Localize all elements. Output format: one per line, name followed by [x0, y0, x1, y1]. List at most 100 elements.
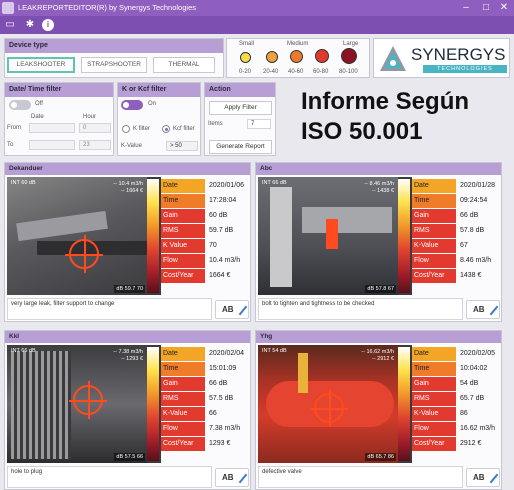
card-title: Abc: [256, 163, 501, 175]
to-date-input[interactable]: [29, 140, 75, 150]
kvalue-value: 70: [209, 242, 217, 249]
edit-comment-button[interactable]: AB: [466, 468, 500, 487]
close-button[interactable]: ✕: [494, 1, 514, 15]
cost-label: Cost/Year: [412, 269, 456, 283]
date-value: 2020/01/28: [460, 182, 496, 189]
legend-range-1: 20-40: [263, 69, 279, 75]
kvalue-value: 67: [460, 242, 468, 249]
synergys-logo: SYNERGYS TECHNOLOGIES: [373, 38, 510, 78]
leak-card: Abc INT 66 dB -- 8.46 m3/h -- 1438 € dB …: [255, 162, 502, 322]
card-title: Yhg: [256, 331, 501, 343]
thermal-overlay: -- 7.38 m3/h -- 1293 €: [113, 349, 143, 363]
k-filter-toggle-label: On: [148, 101, 157, 107]
thermal-image: INT 54 dB -- 16.62 m3/h -- 2912 € dB 65.…: [258, 345, 412, 463]
folder-icon[interactable]: ▭: [4, 19, 16, 31]
legend-large-label: Large: [343, 41, 359, 47]
cost-value: 1438 €: [460, 272, 482, 279]
thermal-image: INT 60 dB -- 10.4 m3/h -- 1664 € dB 59.7…: [7, 177, 161, 295]
legend-small-label: Small: [239, 41, 255, 47]
rms-label: RMS: [412, 224, 456, 238]
overlay-cost: -- 1664 €: [120, 188, 143, 194]
comment-field[interactable]: hole to plug: [7, 466, 212, 488]
thermal-tag: INT 60 dB: [11, 180, 36, 186]
leakshooter-button[interactable]: LEAKSHOOTER: [7, 57, 75, 73]
from-hour-select[interactable]: 0: [79, 123, 111, 133]
ab-label: AB: [473, 473, 485, 482]
leak-info: Date 2020/02/05 Time 10:04:02 Gain 54 dB RM…: [412, 345, 501, 463]
leak-size-legend: Small Medium Large 0-20 20-40 40-60 60-8…: [226, 38, 370, 78]
strapshooter-button[interactable]: STRAPSHOOTER: [81, 57, 147, 73]
toolbar: ▭ ✱ i: [0, 16, 514, 34]
time-label: Time: [161, 362, 205, 376]
gear-icon[interactable]: ✱: [24, 19, 36, 31]
flow-label: Flow: [161, 254, 205, 268]
overlay-flow: -- 8.46 m3/h: [364, 181, 394, 187]
thermal-readout: dB 59.7 70: [114, 285, 145, 293]
edit-comment-button[interactable]: AB: [215, 300, 249, 319]
rms-label: RMS: [412, 392, 456, 406]
items-count: 7: [247, 119, 271, 129]
legend-circle-2: [290, 50, 303, 63]
apply-filter-button[interactable]: Apply Filter: [209, 101, 272, 115]
thermal-button[interactable]: THERMAL: [153, 57, 215, 73]
k-filter-header: K or Kcf filter: [118, 83, 200, 97]
pen-icon: [238, 305, 248, 316]
color-scale-bar: [398, 179, 410, 293]
time-value: 15:01:09: [209, 365, 237, 372]
thermal-tag: INT 54 dB: [262, 348, 287, 354]
kcf-filter-radio[interactable]: [162, 125, 170, 133]
maximize-button[interactable]: □: [476, 1, 496, 15]
comment-field[interactable]: defective valve: [258, 466, 463, 488]
ab-label: AB: [473, 305, 485, 314]
time-label: Time: [412, 362, 456, 376]
action-header: Action: [205, 83, 275, 97]
crosshair-icon: [310, 389, 348, 427]
legend-circle-4: [341, 48, 357, 64]
rms-label: RMS: [161, 392, 205, 406]
info-icon[interactable]: i: [42, 19, 54, 31]
k-value-label: K-Value: [121, 143, 142, 149]
kvalue-label: K-Value: [412, 407, 456, 421]
logo-name: SYNERGYS: [411, 45, 506, 64]
comment-field[interactable]: bolt to tighten and tightness to be chec…: [258, 298, 463, 320]
k-value-select[interactable]: > 50: [166, 141, 198, 151]
edit-comment-button[interactable]: AB: [215, 468, 249, 487]
legend-range-3: 60-80: [313, 69, 329, 75]
kvalue-label: K-Value: [161, 407, 205, 421]
legend-circle-0: [240, 52, 251, 63]
to-label: To: [7, 142, 14, 148]
rms-value: 57.5 dB: [209, 395, 234, 402]
logo-sub: TECHNOLOGIES: [423, 65, 507, 73]
app-icon: [2, 2, 14, 14]
gain-value: 60 dB: [209, 212, 228, 219]
to-hour-select[interactable]: 23: [79, 140, 111, 150]
hour-column-label: Hour: [83, 114, 97, 120]
flow-value: 7.38 m3/h: [209, 425, 241, 432]
leak-card: Dekanduer INT 60 dB -- 10.4 m3/h -- 1664…: [4, 162, 251, 322]
from-date-input[interactable]: [29, 123, 75, 133]
legend-range-4: 80-100: [339, 69, 358, 75]
rms-label: RMS: [161, 224, 205, 238]
k-filter-toggle[interactable]: [121, 100, 143, 110]
thermal-image: INT 66 dB -- 8.46 m3/h -- 1438 € dB 57.8…: [258, 177, 412, 295]
thermal-overlay: -- 16.62 m3/h -- 2912 €: [361, 349, 394, 363]
legend-range-0: 0-20: [239, 69, 252, 75]
k-filter-radio-label: K filter: [133, 126, 151, 132]
generate-report-button[interactable]: Generate Report: [209, 140, 272, 154]
kvalue-label: K-Value: [412, 239, 456, 253]
kvalue-value: 86: [460, 410, 468, 417]
cost-value: 2912 €: [460, 440, 482, 447]
overlay-cost: -- 1438 €: [371, 188, 394, 194]
comment-field[interactable]: very large leak, filter support to chang…: [7, 298, 212, 320]
thermal-overlay: -- 10.4 m3/h -- 1664 €: [113, 181, 143, 195]
k-filter-radio[interactable]: [122, 125, 130, 133]
edit-comment-button[interactable]: AB: [466, 300, 500, 319]
date-label: Date: [161, 347, 205, 361]
flow-value: 16.62 m3/h: [460, 425, 496, 432]
thermal-tag: INT 66 dB: [262, 180, 287, 186]
overlay-cost: -- 1293 €: [120, 356, 143, 362]
items-label: Items: [208, 121, 223, 127]
date-filter-toggle[interactable]: [9, 100, 31, 110]
minimize-button[interactable]: –: [456, 1, 476, 15]
rms-value: 57.8 dB: [460, 227, 485, 234]
